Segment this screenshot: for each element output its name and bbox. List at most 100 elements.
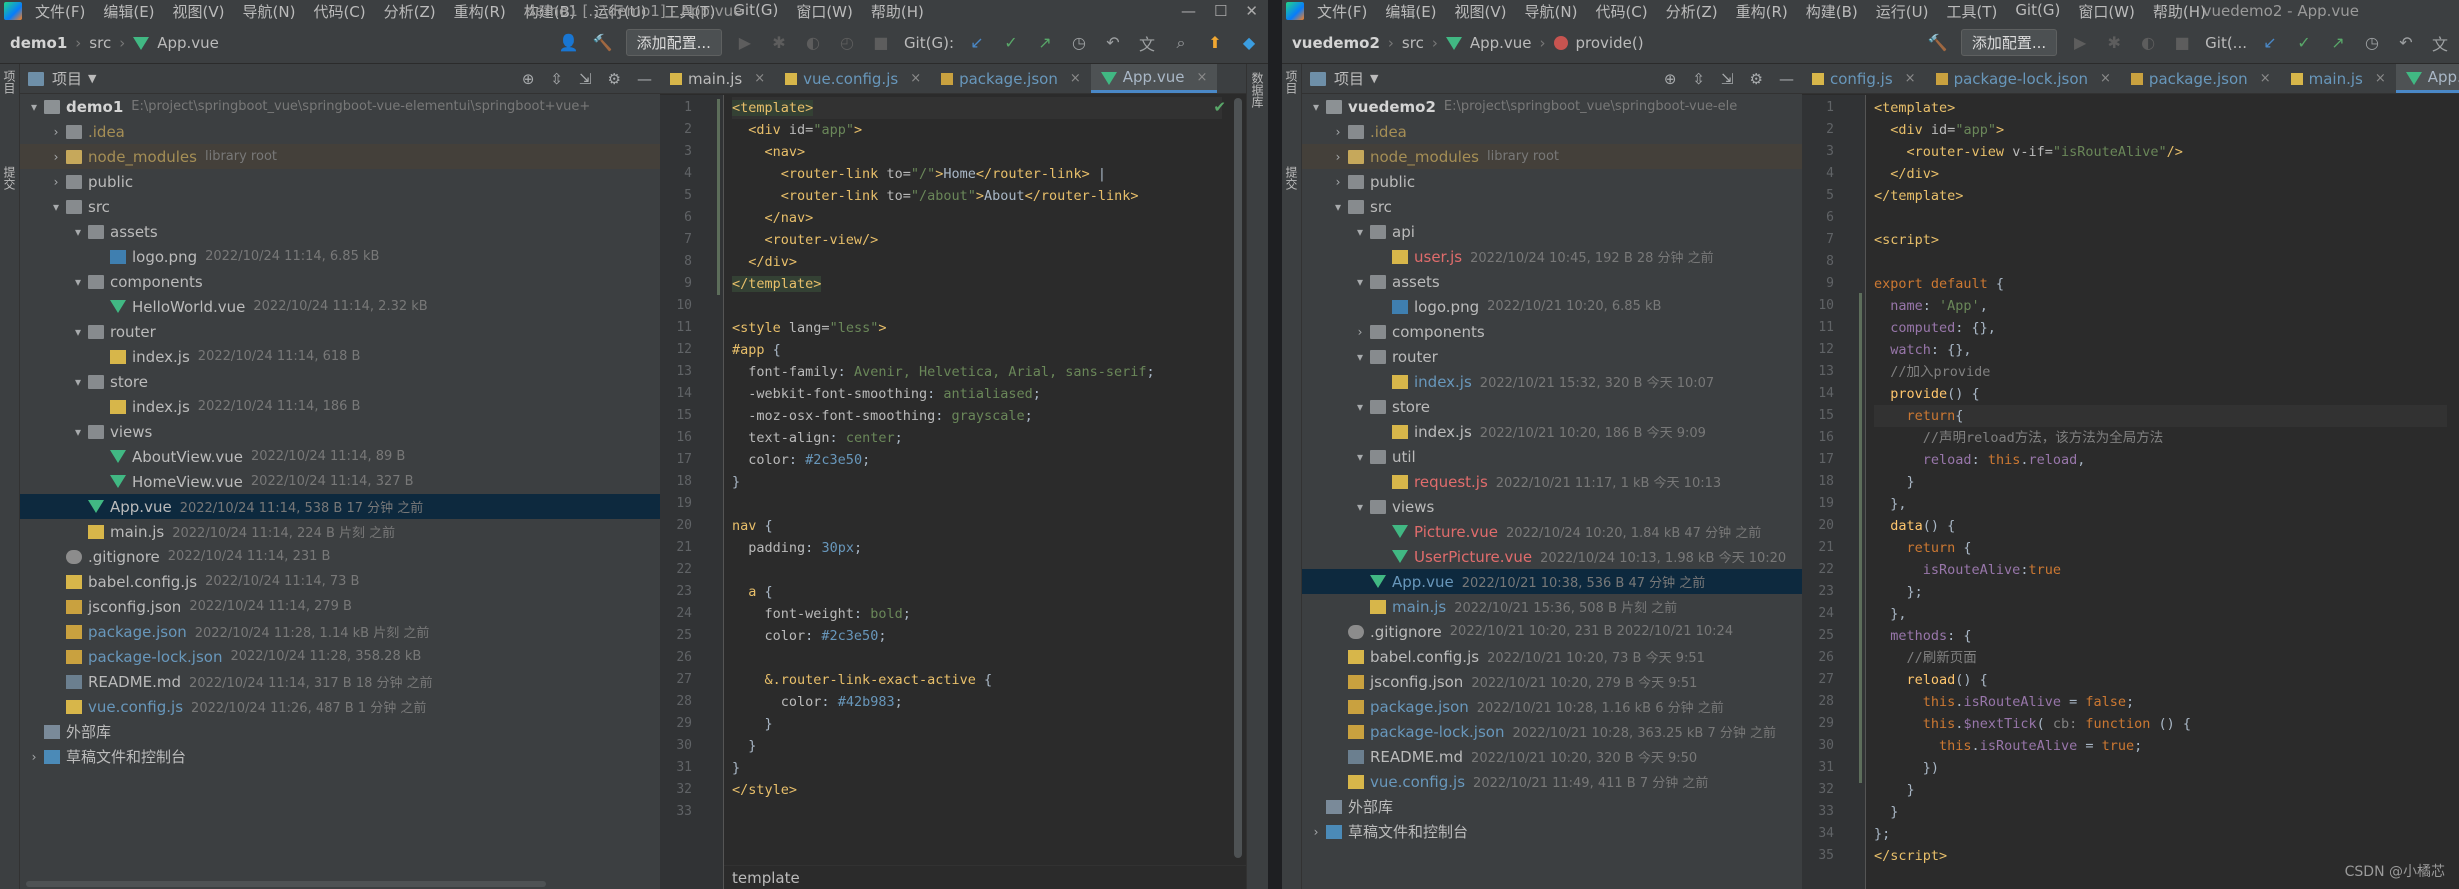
code-line[interactable]: return{ bbox=[1874, 405, 2447, 427]
editor-tab[interactable]: App.vue× bbox=[2395, 64, 2459, 93]
close-tab-icon[interactable]: × bbox=[910, 71, 921, 86]
rollback-icon[interactable]: ↶ bbox=[2395, 32, 2417, 54]
tree-item[interactable]: › components bbox=[1302, 319, 1802, 344]
code-line[interactable]: reload() { bbox=[1874, 669, 2447, 691]
minimize-icon[interactable]: — bbox=[1779, 70, 1794, 88]
menu-item[interactable]: 编辑(E) bbox=[1376, 1, 1445, 22]
code-line[interactable]: watch: {}, bbox=[1874, 339, 2447, 361]
tree-item[interactable]: 外部库 bbox=[20, 719, 660, 744]
code-line[interactable]: reload: this.reload, bbox=[1874, 449, 2447, 471]
code-line[interactable]: //加入provide bbox=[1874, 361, 2447, 383]
chevron-down-icon[interactable]: ▾ bbox=[48, 200, 64, 214]
maximize-window-button[interactable]: ☐ bbox=[1214, 2, 1227, 20]
menu-item[interactable]: 重构(R) bbox=[445, 1, 515, 22]
update-project-icon[interactable]: ↙ bbox=[966, 32, 988, 54]
tree-item[interactable]: jsconfig.json 2022/10/21 10:20, 279 B 今天 … bbox=[1302, 669, 1802, 694]
menu-item[interactable]: 视图(V) bbox=[164, 1, 234, 22]
code-line[interactable]: nav { bbox=[732, 515, 1222, 537]
collapse-all-icon[interactable]: ⇲ bbox=[1721, 70, 1734, 88]
tree-item[interactable]: index.js 2022/10/24 11:14, 186 B bbox=[20, 394, 660, 419]
menu-item[interactable]: 视图(V) bbox=[1446, 1, 1516, 22]
close-tab-icon[interactable]: × bbox=[2100, 71, 2111, 86]
tree-item[interactable]: › public bbox=[1302, 169, 1802, 194]
coverage-icon[interactable]: ◐ bbox=[2137, 32, 2159, 54]
tree-item[interactable]: README.md 2022/10/24 11:14, 317 B 18 分钟 之… bbox=[20, 669, 660, 694]
menu-item[interactable]: 工具(T) bbox=[655, 1, 724, 22]
tree-item[interactable]: › .idea bbox=[20, 119, 660, 144]
editor-tab[interactable]: App.vue× bbox=[1090, 64, 1218, 93]
chevron-right-icon[interactable]: › bbox=[48, 150, 64, 164]
code-line[interactable]: </template> bbox=[1874, 185, 2447, 207]
stop-icon[interactable]: ■ bbox=[870, 32, 892, 54]
chevron-right-icon[interactable]: › bbox=[26, 750, 42, 764]
history-icon[interactable]: ◷ bbox=[2361, 32, 2383, 54]
code-line[interactable]: <nav> bbox=[732, 141, 1222, 163]
crosshair-icon[interactable]: ⊕ bbox=[522, 70, 535, 88]
debug-icon[interactable]: ✱ bbox=[2103, 32, 2125, 54]
menu-item[interactable]: 分析(Z) bbox=[1657, 1, 1727, 22]
chevron-right-icon[interactable]: › bbox=[1308, 825, 1324, 839]
menu-item[interactable]: 工具(T) bbox=[1937, 1, 2006, 22]
tree-item[interactable]: vue.config.js 2022/10/24 11:26, 487 B 1 分… bbox=[20, 694, 660, 719]
update-project-icon[interactable]: ↙ bbox=[2259, 32, 2281, 54]
code-line[interactable]: methods: { bbox=[1874, 625, 2447, 647]
tree-item[interactable]: › 草稿文件和控制台 bbox=[1302, 819, 1802, 844]
push-icon[interactable]: ↗ bbox=[1034, 32, 1056, 54]
menu-item[interactable]: 代码(C) bbox=[304, 1, 374, 22]
breadcrumb-method[interactable]: provide() bbox=[1576, 34, 1644, 52]
tree-item[interactable]: .gitignore 2022/10/21 10:20, 231 B 2022/1… bbox=[1302, 619, 1802, 644]
code-line[interactable]: <div id="app"> bbox=[732, 119, 1222, 141]
code-line[interactable]: }; bbox=[1874, 823, 2447, 845]
chevron-right-icon[interactable]: › bbox=[48, 175, 64, 189]
editor-tab[interactable]: package.json × bbox=[931, 64, 1091, 93]
gear-icon[interactable]: ⚙ bbox=[1750, 70, 1763, 88]
profile-icon[interactable]: ◴ bbox=[836, 32, 858, 54]
tree-item[interactable]: main.js 2022/10/21 15:36, 508 B 片刻 之前 bbox=[1302, 594, 1802, 619]
code-line[interactable]: //声明reload方法，该方法为全局方法 bbox=[1874, 427, 2447, 449]
editor-tab[interactable]: vue.config.js × bbox=[775, 64, 931, 93]
code-line[interactable]: </div> bbox=[1874, 163, 2447, 185]
rollback-icon[interactable]: ↶ bbox=[1102, 32, 1124, 54]
tree-item[interactable]: index.js 2022/10/21 10:20, 186 B 今天 9:09 bbox=[1302, 419, 1802, 444]
code-line[interactable] bbox=[732, 493, 1222, 515]
editor-tab[interactable]: main.js × bbox=[660, 64, 775, 93]
close-tab-icon[interactable]: × bbox=[1905, 71, 1916, 86]
close-tab-icon[interactable]: × bbox=[2260, 71, 2271, 86]
gear-icon[interactable]: ⚙ bbox=[608, 70, 621, 88]
close-tab-icon[interactable]: × bbox=[754, 71, 765, 86]
tree-item[interactable]: ▾ util bbox=[1302, 444, 1802, 469]
code-line[interactable]: } bbox=[732, 757, 1222, 779]
chevron-down-icon[interactable]: ▼ bbox=[88, 72, 96, 85]
structure-breadcrumb[interactable]: template bbox=[724, 865, 1246, 889]
code-line[interactable]: <div id="app"> bbox=[1874, 119, 2447, 141]
tool-window-project[interactable]: 项目 bbox=[1283, 64, 1300, 100]
tree-item[interactable]: vue.config.js 2022/10/21 11:49, 411 B 7 分… bbox=[1302, 769, 1802, 794]
code-line[interactable]: </template> bbox=[732, 273, 1222, 295]
tree-item[interactable]: › .idea bbox=[1302, 119, 1802, 144]
project-panel-title[interactable]: 项目 bbox=[1334, 68, 1364, 89]
menu-item[interactable]: 帮助(H) bbox=[2144, 1, 2215, 22]
code-line[interactable]: font-family: Avenir, Helvetica, Arial, s… bbox=[732, 361, 1222, 383]
chevron-down-icon[interactable]: ▾ bbox=[1352, 400, 1368, 414]
tree-item[interactable]: ▾ views bbox=[20, 419, 660, 444]
code-line[interactable]: <router-link to="/">Home</router-link> | bbox=[732, 163, 1222, 185]
close-tab-icon[interactable]: × bbox=[2375, 71, 2386, 86]
code-line[interactable]: } bbox=[732, 713, 1222, 735]
tree-item[interactable]: › node_modules library root bbox=[1302, 144, 1802, 169]
code-line[interactable]: a { bbox=[732, 581, 1222, 603]
tree-item[interactable]: ▾ store bbox=[1302, 394, 1802, 419]
code-line[interactable]: this.$nextTick( cb: function () { bbox=[1874, 713, 2447, 735]
code-lines[interactable]: <template> <div id="app"> <nav> <router-… bbox=[732, 97, 1222, 823]
chevron-right-icon[interactable]: › bbox=[48, 125, 64, 139]
code-line[interactable]: this.isRouteAlive = false; bbox=[1874, 691, 2447, 713]
breadcrumb-file[interactable]: App.vue bbox=[157, 34, 219, 52]
code-line[interactable]: } bbox=[1874, 471, 2447, 493]
code-line[interactable]: text-align: center; bbox=[732, 427, 1222, 449]
project-panel-title[interactable]: 项目 bbox=[52, 68, 82, 89]
chevron-down-icon[interactable]: ▾ bbox=[1352, 450, 1368, 464]
tree-item[interactable]: ▾ demo1 E:\project\springboot_vue\springbo… bbox=[20, 94, 660, 119]
code-line[interactable] bbox=[732, 801, 1222, 823]
chevron-down-icon[interactable]: ▼ bbox=[1370, 72, 1378, 85]
chevron-right-icon[interactable]: › bbox=[1330, 175, 1346, 189]
translate-icon[interactable]: 文 bbox=[1136, 32, 1158, 54]
